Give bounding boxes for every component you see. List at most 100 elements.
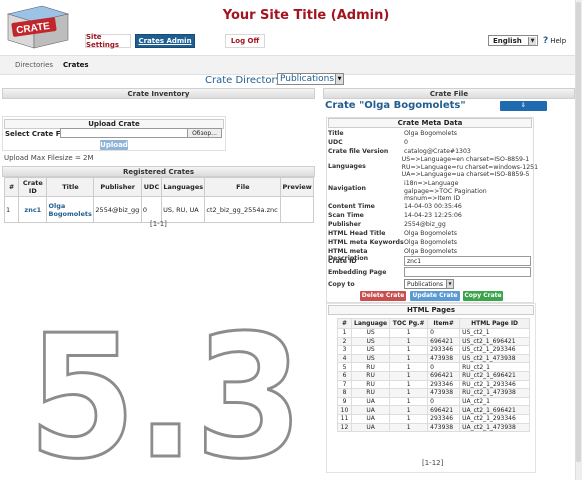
table-row[interactable]: 2 US 1 696421 US_ct2_1_696421	[337, 336, 530, 347]
registered-pager[interactable]: [1-1]	[150, 220, 167, 228]
html-pages-body: 1 US 1 0 US_ct2_1 2 US 1 696421 US_ct2_1_696421 3 U…	[337, 328, 530, 433]
meta-key: HTML Head Title	[328, 230, 386, 237]
row-publisher: 2554@biz_gg	[93, 196, 142, 223]
delete-crate-button[interactable]: Delete Crate	[360, 291, 406, 301]
nav-directories-link[interactable]: Directories	[15, 61, 53, 69]
cell-num: 6	[337, 370, 352, 381]
table-row[interactable]: 4 US 1 473938 US_ct2_1_473938	[337, 353, 530, 364]
meta-key: UDC	[328, 139, 343, 146]
col-languages: Languages	[161, 177, 206, 197]
row-title-link[interactable]: Olga Bogomolets	[46, 196, 95, 223]
meta-row-content-time: Content Time 14-04-03 00:35:46	[328, 203, 538, 211]
meta-row-scan-time: Scan Time 14-04-23 12:25:06	[328, 212, 538, 220]
copy-to-select[interactable]: Publications ▼	[404, 279, 454, 289]
language-value: English	[493, 36, 522, 45]
help-link[interactable]: ? Help	[543, 36, 566, 46]
meta-data-header: Crate Meta Data	[328, 118, 532, 128]
table-row[interactable]: 1 US 1 0 US_ct2_1	[337, 328, 530, 338]
cell-toc-page: 1	[389, 405, 429, 415]
meta-value: Olga Bogomolets	[404, 130, 458, 137]
table-row[interactable]: 11 UA 1 293346 UA_ct2_1_293346	[337, 413, 530, 424]
meta-key: Content Time	[328, 203, 375, 210]
meta-value: Olga Bogomolets	[404, 239, 458, 246]
col-udc: UDC	[140, 177, 163, 197]
table-row[interactable]: 12 UA 1 473938 UA_ct2_1_473938	[337, 422, 530, 433]
update-crate-button[interactable]: Update Crate	[410, 291, 460, 301]
table-row[interactable]: 10 UA 1 696421 UA_ct2_1_696421	[337, 405, 530, 415]
browse-button[interactable]: Обзор...	[187, 128, 222, 138]
meta-value: 0	[404, 139, 408, 146]
html-pages-header: HTML Pages	[328, 305, 534, 315]
table-row[interactable]: 8 RU 1 473938 RU_ct2_1_473938	[337, 388, 530, 398]
table-row[interactable]: 9 UA 1 0 UA_ct2_1	[337, 396, 530, 407]
download-button[interactable]: ⇩ DOWNLOAD	[500, 101, 547, 119]
cell-language: RU	[350, 370, 391, 381]
col-toc-page: TOC Pg.#	[389, 318, 429, 329]
crate-directory-label: Crate Directory	[205, 75, 282, 86]
meta-row-navigation: Navigation i18n=>Language galpage=>TOC Pa…	[328, 180, 538, 203]
row-file: ct2_biz_gg_2554a.znc	[204, 196, 282, 223]
row-crate-id-link[interactable]: znc1	[18, 196, 48, 223]
meta-row-keywords: HTML meta Keywords Olga Bogomolets	[328, 239, 538, 247]
cell-item: 293346	[427, 413, 461, 424]
cell-html-page-id: US_ct2_1_293346	[459, 345, 530, 355]
table-row[interactable]: 1 znc1 Olga Bogomolets 2554@biz_gg 0 US,…	[3, 196, 314, 223]
cell-item: 0	[427, 362, 461, 372]
scrollbar-thumb[interactable]	[576, 2, 581, 462]
cell-html-page-id: RU_ct2_1	[459, 362, 530, 372]
table-row[interactable]: 6 RU 1 696421 RU_ct2_1_696421	[337, 370, 530, 381]
cell-language: US	[350, 336, 391, 347]
upload-button[interactable]: Upload	[100, 140, 128, 150]
cell-language: US	[350, 328, 391, 338]
cell-language: UA	[350, 422, 391, 433]
row-preview[interactable]	[280, 196, 314, 223]
table-row[interactable]: 3 US 1 293346 US_ct2_1_293346	[337, 345, 530, 355]
meta-value: 14-04-03 00:35:46	[404, 203, 462, 210]
cell-num: 8	[337, 388, 352, 398]
crates-admin-button[interactable]: Crates Admin	[135, 34, 195, 48]
row-languages: US, RU, UA	[161, 196, 206, 223]
meta-key: Crate file Version	[328, 148, 389, 155]
cell-language: RU	[350, 362, 391, 372]
meta-value: Olga Bogomolets	[404, 230, 458, 237]
cell-html-page-id: UA_ct2_1_293346	[459, 413, 530, 424]
cell-item: 0	[427, 396, 461, 407]
html-pages-table: # Language TOC Pg.# Item# HTML Page ID 1…	[337, 318, 530, 433]
registered-crates-header: Registered Crates	[2, 166, 315, 177]
row-udc: 0	[140, 196, 163, 223]
cell-toc-page: 1	[389, 379, 429, 390]
table-row[interactable]: 5 RU 1 0 RU_ct2_1	[337, 362, 530, 372]
meta-row-udc: UDC 0	[328, 139, 538, 147]
html-pages-pager[interactable]: [1-12]	[422, 459, 443, 467]
crate-file-input[interactable]	[60, 128, 188, 138]
site-settings-button[interactable]: Site Settings	[85, 33, 131, 49]
nav-crates-link[interactable]: Crates	[63, 61, 89, 69]
cell-language: US	[350, 353, 391, 364]
crate-directory-select[interactable]: Publications ▼	[277, 73, 344, 85]
meta-value: 14-04-23 12:25:06	[404, 212, 462, 219]
cell-html-page-id: US_ct2_1_696421	[459, 336, 530, 347]
cell-item: 473938	[427, 353, 461, 364]
meta-row-head-title: HTML Head Title Olga Bogomolets	[328, 230, 538, 238]
embedding-page-input[interactable]	[404, 267, 531, 277]
col-num: #	[337, 318, 352, 329]
table-header-row: # Crate ID Title Publisher UDC Languages…	[3, 177, 314, 197]
row-num: 1	[3, 196, 20, 223]
copy-crate-button[interactable]: Copy Crate	[463, 291, 503, 301]
meta-key: Languages	[328, 163, 366, 170]
cell-language: UA	[350, 405, 391, 415]
max-filesize-note: Upload Max Filesize = 2M	[4, 154, 94, 162]
meta-key: Scan Time	[328, 212, 364, 219]
table-row[interactable]: 7 RU 1 293346 RU_ct2_1_293346	[337, 379, 530, 390]
crate-id-label: Crate ID	[328, 258, 357, 265]
cell-num: 2	[337, 336, 352, 347]
col-num: #	[3, 177, 20, 197]
registered-crates-table: # Crate ID Title Publisher UDC Languages…	[3, 177, 314, 223]
cell-item: 696421	[427, 370, 461, 381]
crate-id-input[interactable]: znc1	[404, 256, 531, 266]
chevron-down-icon: ▼	[335, 74, 343, 84]
language-select[interactable]: English ▼	[488, 35, 538, 46]
log-off-button[interactable]: Log Off	[225, 34, 265, 48]
cell-num: 12	[337, 422, 352, 433]
cell-toc-page: 1	[389, 422, 429, 433]
